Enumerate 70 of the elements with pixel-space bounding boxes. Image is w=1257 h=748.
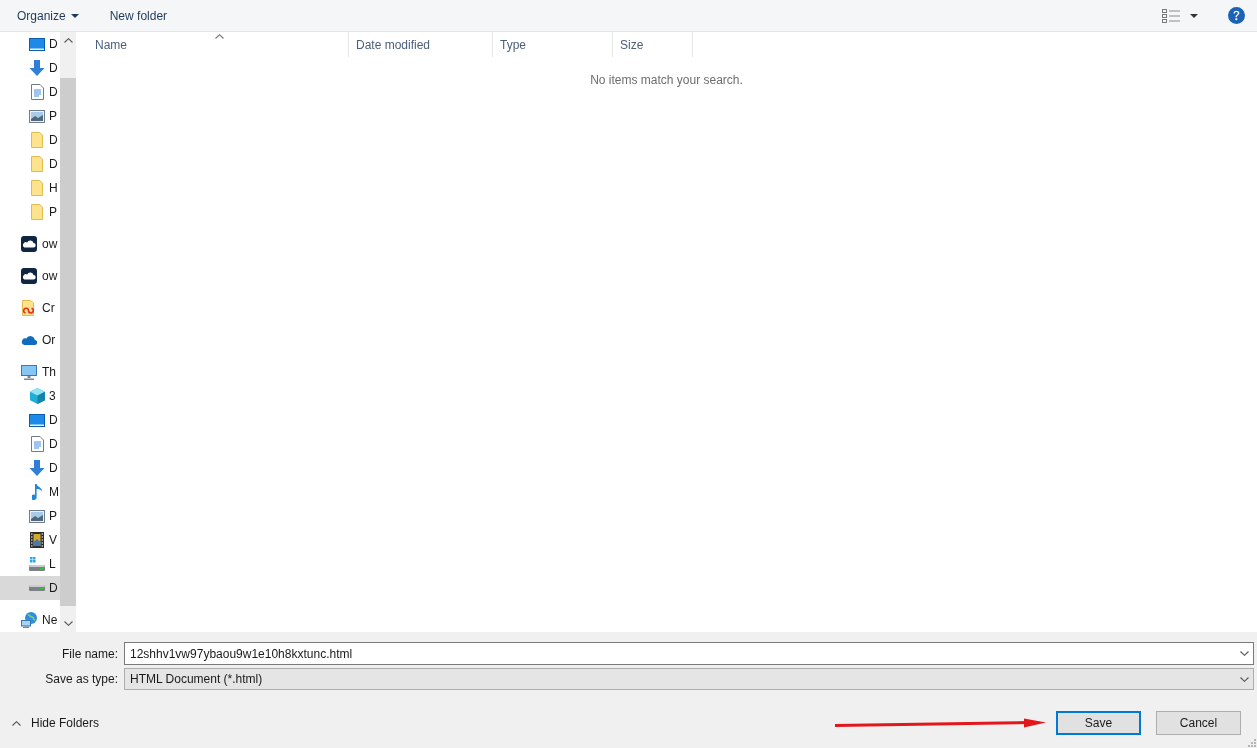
nav-item[interactable]: Th (0, 360, 60, 384)
details-view-icon (1162, 8, 1180, 23)
monitor-icon (29, 37, 45, 51)
down-arrow-icon (29, 460, 45, 476)
nav-item[interactable]: D (0, 408, 60, 432)
nav-item[interactable]: M (0, 480, 60, 504)
nav-item[interactable]: Cr (0, 296, 60, 320)
nav-item[interactable]: D (0, 128, 60, 152)
scroll-up-icon (63, 38, 73, 43)
column-header[interactable]: Size (613, 32, 693, 57)
nav-item[interactable]: D (0, 80, 60, 104)
document-icon (30, 84, 44, 100)
music-note-icon (32, 484, 42, 500)
nav-item[interactable]: Or (0, 328, 60, 352)
picture-icon (29, 509, 45, 523)
nav-item[interactable]: Ne (0, 608, 60, 632)
nav-item[interactable]: H (0, 176, 60, 200)
chevron-up-icon (12, 720, 21, 726)
dialog-button[interactable]: Cancel (1156, 711, 1241, 735)
cloud-icon (21, 268, 37, 284)
chevron-down-icon (1239, 651, 1249, 656)
nav-item[interactable]: P (0, 200, 60, 224)
nav-item[interactable]: D (0, 456, 60, 480)
field-label: Save as type: (45, 671, 118, 688)
nav-item[interactable]: ow (0, 232, 60, 256)
column-header[interactable]: Name (76, 32, 349, 57)
toolbar-button[interactable]: New folder (100, 3, 177, 28)
drive-icon (29, 585, 45, 591)
nav-item[interactable]: P (0, 104, 60, 128)
chevron-down-icon (1239, 676, 1249, 682)
nav-item[interactable]: D (0, 56, 60, 80)
nav-item[interactable]: D (0, 32, 60, 56)
resize-grip-icon (1248, 739, 1256, 747)
nav-item[interactable]: L (0, 552, 60, 576)
network-icon (21, 612, 37, 628)
monitor-icon (29, 413, 45, 427)
nav-item[interactable]: V (0, 528, 60, 552)
down-arrow-icon (29, 60, 45, 76)
folder-icon (31, 180, 43, 196)
column-header[interactable]: Type (493, 32, 613, 57)
dialog-button[interactable]: Save (1056, 711, 1141, 735)
folder-icon (31, 156, 43, 172)
nav-item[interactable]: D (0, 152, 60, 176)
picture-icon (29, 109, 45, 123)
cube-icon (29, 388, 45, 404)
field-label: File name: (61, 645, 118, 663)
caret-icon (1190, 13, 1198, 18)
column-header[interactable]: Date modified (349, 32, 493, 57)
hide-folders-button[interactable]: Hide Folders (0, 711, 100, 735)
toolbar-button[interactable]: Organize (8, 3, 88, 28)
nav-item[interactable]: D (0, 576, 60, 600)
nav-item[interactable]: P (0, 504, 60, 528)
nav-item[interactable]: D (0, 432, 60, 456)
folder-icon (31, 132, 43, 148)
folder-swirl-icon (22, 300, 36, 316)
file-name-field[interactable]: 12shhv1vw97ybaou9w1e10h8kxtunc.html (124, 642, 1254, 665)
nav-item[interactable]: ow (0, 264, 60, 288)
cloud-icon (21, 335, 37, 345)
scroll-down-icon (63, 621, 73, 626)
nav-item[interactable]: 3 (0, 384, 60, 408)
drive-icon (29, 557, 45, 571)
caret-icon (70, 13, 79, 18)
document-icon (30, 436, 44, 452)
computer-icon (21, 364, 37, 380)
folder-icon (31, 204, 43, 220)
film-icon (30, 532, 44, 548)
help-icon[interactable] (1228, 7, 1245, 24)
save-type-dropdown[interactable]: HTML Document (*.html) (124, 668, 1254, 690)
empty-message: No items match your search. (590, 72, 743, 89)
cloud-icon (21, 236, 37, 252)
